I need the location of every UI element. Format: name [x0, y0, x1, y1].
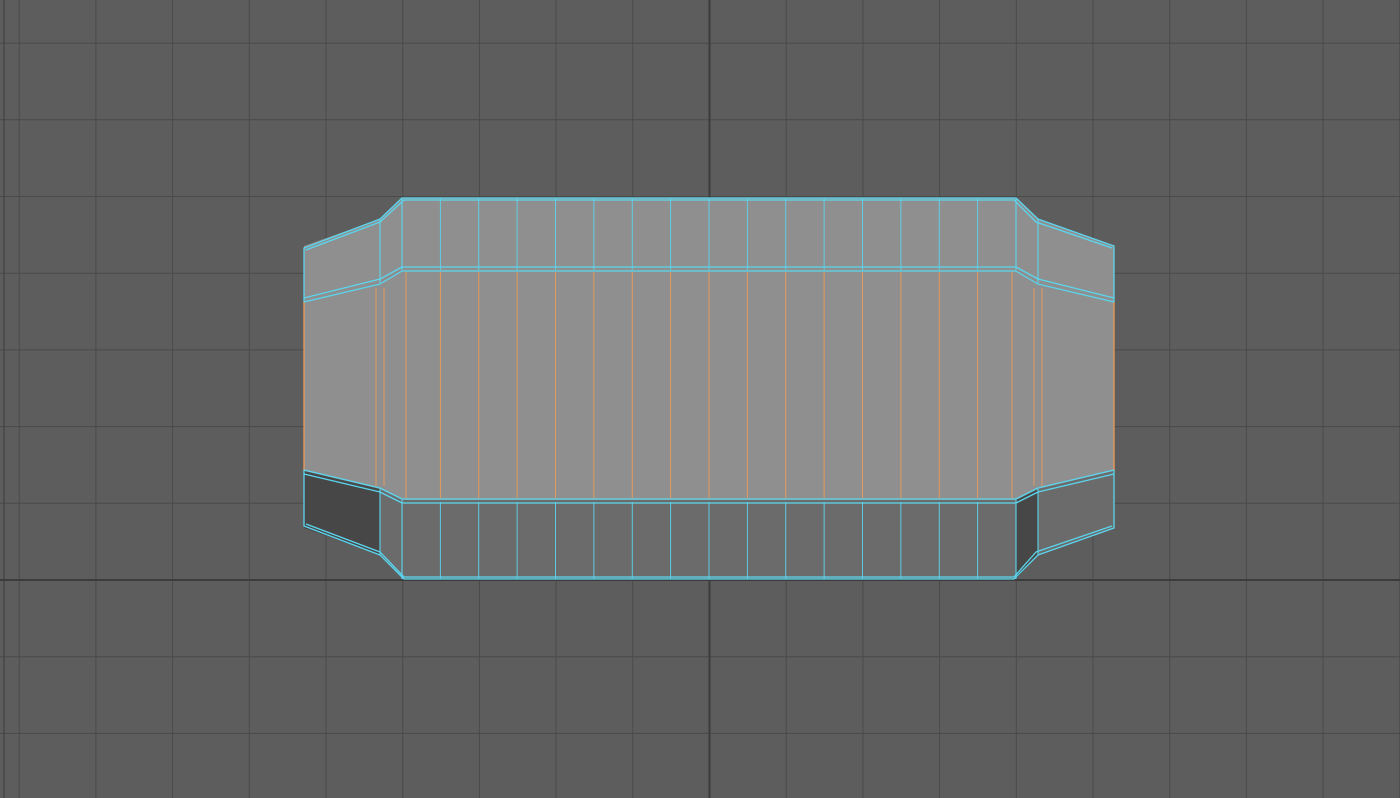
3d-viewport[interactable] [0, 0, 1400, 798]
left-end-body-face [304, 283, 380, 489]
right-bevel-top-face [1016, 198, 1038, 283]
left-bevel-body-face [380, 270, 402, 500]
right-end-body-face [1038, 283, 1114, 489]
viewport-canvas[interactable] [0, 0, 1400, 798]
right-bevel-body-face [1016, 270, 1038, 500]
cylinder-mesh[interactable] [303, 197, 1115, 580]
left-bevel-top-face [380, 198, 402, 283]
